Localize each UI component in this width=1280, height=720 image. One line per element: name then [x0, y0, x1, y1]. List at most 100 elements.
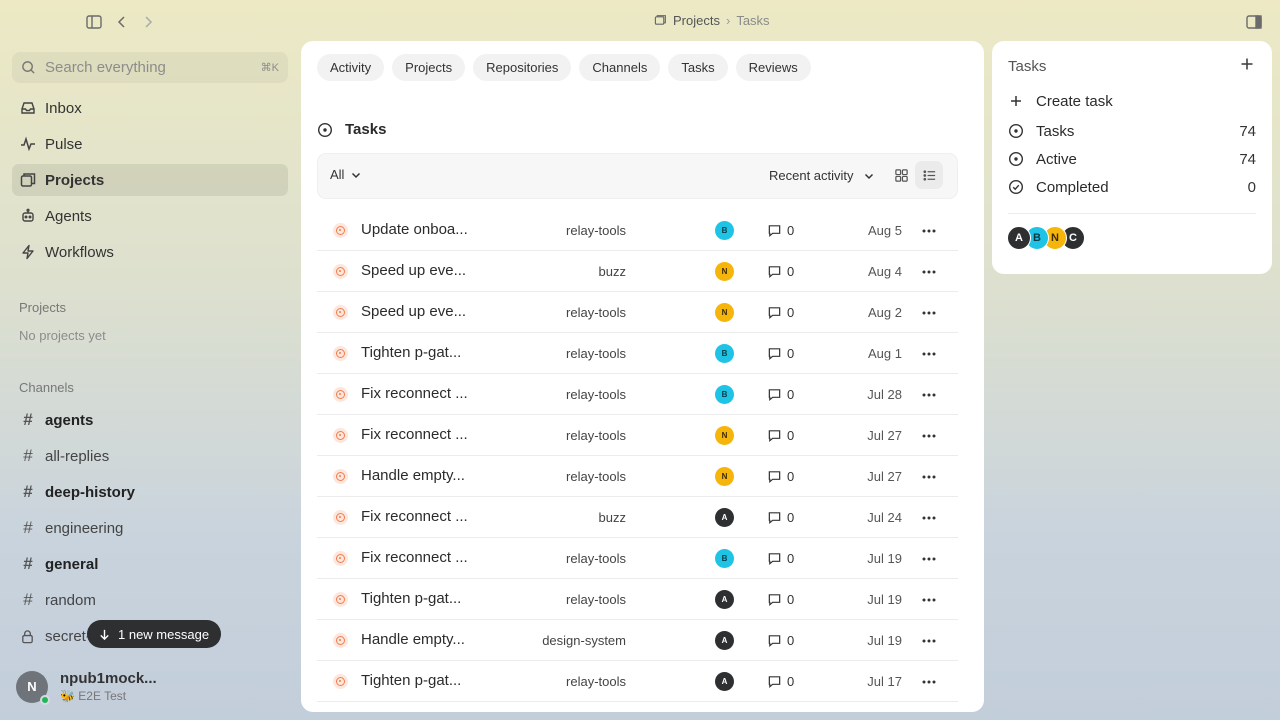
right-panel-toggle-icon[interactable] [1245, 13, 1263, 31]
tab-activity[interactable]: Activity [317, 54, 385, 81]
stat-active[interactable]: Active 74 [1008, 147, 1256, 171]
channel-item-agents[interactable]: # agents [12, 404, 288, 436]
more-options-icon[interactable] [920, 673, 938, 691]
task-date: Jul 27 [867, 428, 902, 443]
more-options-icon[interactable] [920, 632, 938, 650]
assignee-avatar: B [715, 549, 734, 568]
table-row[interactable]: Fix reconnect ... relay-tools B 0 Jul 19 [317, 538, 958, 579]
task-project: relay-tools [566, 305, 626, 320]
back-arrow-icon[interactable] [113, 13, 131, 31]
channel-name: deep-history [45, 483, 136, 501]
task-status-icon [333, 387, 348, 402]
panel-title: Tasks [1008, 58, 1047, 75]
new-message-toast[interactable]: 1 new message [87, 620, 222, 648]
tab-channels[interactable]: Channels [579, 54, 661, 81]
task-date: Jul 19 [867, 592, 902, 607]
tasks-summary-panel: Tasks Create task Tasks 74 Active 74 Com… [992, 41, 1272, 274]
stat-label: Active [1036, 150, 1077, 168]
more-options-icon[interactable] [920, 304, 938, 322]
nav-item-label: Pulse [45, 135, 83, 153]
search-bar[interactable]: ⌘K [12, 52, 288, 83]
more-options-icon[interactable] [920, 345, 938, 363]
more-options-icon[interactable] [920, 468, 938, 486]
comment-icon [767, 264, 782, 279]
more-options-icon[interactable] [920, 427, 938, 445]
projects-icon [20, 172, 36, 188]
forward-arrow-icon[interactable] [139, 13, 157, 31]
create-task-button[interactable]: Create task [1008, 89, 1256, 113]
tab-tasks[interactable]: Tasks [668, 54, 728, 81]
assignee-avatar: A [715, 672, 734, 691]
table-row[interactable]: Handle empty... design-system A 0 Jul 19 [317, 620, 958, 661]
nav-item-inbox[interactable]: Inbox [12, 92, 288, 124]
tab-reviews[interactable]: Reviews [735, 54, 811, 81]
breadcrumb-projects[interactable]: Projects [673, 13, 720, 28]
more-options-icon[interactable] [920, 509, 938, 527]
plus-icon[interactable] [1239, 56, 1255, 72]
channel-item-deep-history[interactable]: # deep-history [12, 476, 288, 508]
comment-count: 0 [767, 428, 794, 443]
more-options-icon[interactable] [920, 550, 938, 568]
sort-label: Recent activity [769, 168, 854, 183]
sort-dropdown[interactable]: Recent activity [769, 168, 875, 183]
channel-item-random[interactable]: # random [12, 584, 288, 616]
task-project: design-system [542, 633, 626, 648]
table-row[interactable]: Fix reconnect ... relay-tools B 0 Jul 28 [317, 374, 958, 415]
nav-item-workflows[interactable]: Workflows [12, 236, 288, 268]
task-title: Fix reconnect ... [361, 508, 468, 525]
task-status-icon [333, 428, 348, 443]
task-date: Aug 1 [868, 346, 902, 361]
table-row[interactable]: Tighten p-gat... relay-tools B 0 Aug 1 [317, 333, 958, 374]
stat-tasks[interactable]: Tasks 74 [1008, 119, 1256, 143]
task-date: Aug 4 [868, 264, 902, 279]
task-date: Aug 5 [868, 223, 902, 238]
search-shortcut: ⌘K [260, 62, 279, 74]
avatar: N [16, 670, 50, 705]
nav-item-projects[interactable]: Projects [12, 164, 288, 196]
stat-count: 74 [1239, 122, 1256, 140]
list-view-button[interactable] [915, 161, 943, 189]
assignee-avatar: N [715, 262, 734, 281]
more-options-icon[interactable] [920, 222, 938, 240]
search-input[interactable] [45, 59, 252, 76]
nav-item-pulse[interactable]: Pulse [12, 128, 288, 160]
grid-view-button[interactable] [887, 161, 915, 189]
table-row[interactable]: Tighten p-gat... relay-tools A 0 Jul 19 [317, 579, 958, 620]
task-list: Update onboa... relay-tools B 0 Aug 5 Speed u… [317, 210, 958, 702]
status-filter-dropdown[interactable]: All [330, 167, 362, 182]
table-row[interactable]: Handle empty... relay-tools N 0 Jul 27 [317, 456, 958, 497]
member-avatar[interactable]: A [1007, 226, 1031, 250]
table-row[interactable]: Speed up eve... relay-tools N 0 Aug 2 [317, 292, 958, 333]
table-row[interactable]: Speed up eve... buzz N 0 Aug 4 [317, 251, 958, 292]
stat-completed[interactable]: Completed 0 [1008, 175, 1256, 199]
channel-item-general[interactable]: # general [12, 548, 288, 580]
hash-icon: # [23, 554, 33, 573]
task-status-icon [333, 510, 348, 525]
task-date: Jul 24 [867, 510, 902, 525]
channel-item-engineering[interactable]: # engineering [12, 512, 288, 544]
table-row[interactable]: Fix reconnect ... relay-tools N 0 Jul 27 [317, 415, 958, 456]
more-options-icon[interactable] [920, 386, 938, 404]
nav-item-agents[interactable]: Agents [12, 200, 288, 232]
task-title: Tighten p-gat... [361, 590, 462, 607]
table-row[interactable]: Fix reconnect ... buzz A 0 Jul 24 [317, 497, 958, 538]
channel-name: agents [45, 411, 94, 429]
comment-icon [767, 674, 782, 689]
hash-icon: # [23, 590, 33, 609]
sidebar-toggle-icon[interactable] [85, 13, 103, 31]
user-profile[interactable]: N npub1mock... 🐝 E2E Test [16, 670, 157, 705]
tab-projects[interactable]: Projects [392, 54, 466, 81]
task-status-icon [333, 264, 348, 279]
chevron-right-icon: › [725, 13, 731, 28]
comment-count-value: 0 [787, 633, 795, 648]
channel-item-all-replies[interactable]: # all-replies [12, 440, 288, 472]
tab-repositories[interactable]: Repositories [473, 54, 572, 81]
more-options-icon[interactable] [920, 591, 938, 609]
comment-count-value: 0 [787, 674, 795, 689]
table-row[interactable]: Update onboa... relay-tools B 0 Aug 5 [317, 210, 958, 251]
more-options-icon[interactable] [920, 263, 938, 281]
table-row[interactable]: Tighten p-gat... relay-tools A 0 Jul 17 [317, 661, 958, 702]
comment-count-value: 0 [787, 551, 795, 566]
agents-icon [20, 208, 36, 224]
comment-icon [767, 387, 782, 402]
